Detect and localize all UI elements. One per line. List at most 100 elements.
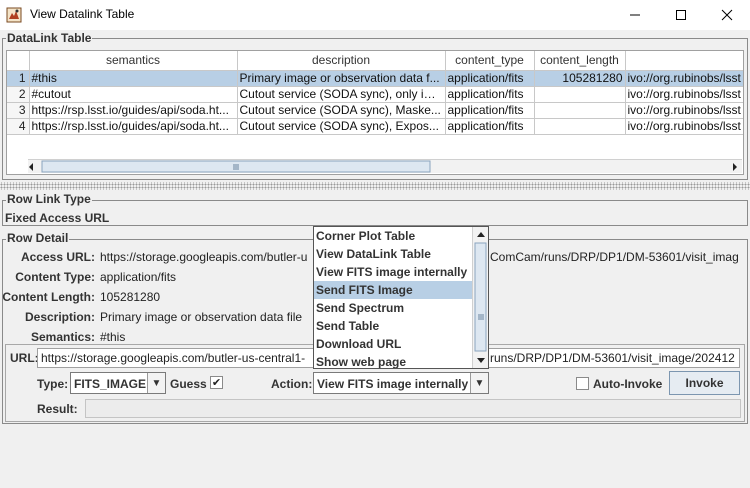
row-number: 4 [7,118,30,135]
row-number: 2 [7,86,30,103]
row-detail-legend: Row Detail [6,231,70,245]
window-title: View Datalink Table [30,7,135,21]
type-select-value: FITS_IMAGE [74,377,147,391]
cell-content-type[interactable]: application/fits [445,86,535,103]
table-row[interactable]: 1 #this Primary image or observation dat… [7,70,743,87]
minimize-button[interactable] [612,0,658,30]
column-header-content-type[interactable]: content_type [445,51,535,71]
scroll-down-arrow-icon [477,358,485,363]
app-icon [6,7,22,23]
row-link-type-legend: Row Link Type [6,192,92,206]
dropdown-vertical-scrollbar[interactable] [472,227,488,368]
guess-checkbox[interactable]: ✔ [210,376,223,389]
cell-id[interactable]: ivo://org.rubinobs/lsst [625,86,743,103]
action-select[interactable]: View FITS image internally ▼ [313,372,489,394]
auto-invoke-checkbox[interactable] [576,377,589,390]
url-input-value-tail: runs/DRP/DP1/DM-53601/visit_image/202412 [490,351,735,365]
access-url-value: https://storage.googleapis.com/butler-u [100,250,308,264]
content-type-label: Content Type: [15,270,95,284]
cell-description[interactable]: Cutout service (SODA sync), Maske... [237,102,446,119]
dropdown-option-show-web-page[interactable]: Show web page [314,353,472,368]
url-label: URL: [10,351,39,365]
dropdown-option-download-url[interactable]: Download URL [314,335,472,353]
maximize-icon [676,10,686,20]
cell-content-type[interactable]: application/fits [445,102,535,119]
access-url-value-tail: ComCam/runs/DRP/DP1/DM-53601/visit_imag [490,250,739,264]
dropdown-option-send-fits-image[interactable]: Send FITS Image [314,281,472,299]
row-link-type-panel [2,200,748,226]
type-select[interactable]: FITS_IMAGE ▼ [70,372,166,394]
cell-description[interactable]: Cutout service (SODA sync), only im... [237,86,446,103]
table-horizontal-scrollbar[interactable] [28,159,742,173]
content-length-value: 105281280 [100,290,161,304]
title-bar: View Datalink Table [0,0,750,30]
semantics-label: Semantics: [30,330,95,344]
dropdown-option-view-datalink-table[interactable]: View DataLink Table [314,245,472,263]
content-length-label: Content Length: [2,290,95,304]
invoke-button-label: Invoke [685,376,724,390]
cell-id[interactable]: ivo://org.rubinobs/lsst [625,70,743,87]
invoke-button[interactable]: Invoke [669,371,740,395]
cell-semantics[interactable]: https://rsp.lsst.io/guides/api/soda.ht..… [29,102,238,119]
content-type-value: application/fits [100,270,177,284]
cell-description[interactable]: Primary image or observation data f... [237,70,446,87]
type-label: Type: [37,377,69,391]
semantics-value: #this [100,330,126,344]
close-icon [721,9,733,21]
minimize-icon [630,14,640,16]
table-row[interactable]: 4 https://rsp.lsst.io/guides/api/soda.ht… [7,118,743,135]
cell-content-length[interactable] [534,86,626,103]
dropdown-scrollbar-thumb [474,242,487,352]
row-link-type-value: Fixed Access URL [5,211,110,225]
url-input-value: https://storage.googleapis.com/butler-us… [41,351,306,365]
datalink-table-legend: DataLink Table [6,31,93,45]
action-select-value: View FITS image internally [317,377,469,391]
table-header: semantics description content_type conte… [7,51,743,71]
table-row[interactable]: 3 https://rsp.lsst.io/guides/api/soda.ht… [7,102,743,119]
cell-id[interactable]: ivo://org.rubinobs/lsst [625,118,743,135]
scroll-left-arrow-icon [29,163,33,171]
action-label: Action: [271,377,313,391]
row-number-header [7,51,30,71]
auto-invoke-label: Auto-Invoke [593,377,663,391]
dropdown-scrollbar-graphic [474,232,487,363]
description-label: Description: [24,310,95,324]
maximize-button[interactable] [658,0,704,30]
column-header-id[interactable]: ID [625,51,743,71]
column-header-content-length[interactable]: content_length [534,51,626,71]
cell-content-length[interactable]: 105281280 [534,70,626,87]
column-header-semantics[interactable]: semantics [29,51,238,71]
cell-id[interactable]: ivo://org.rubinobs/lsst [625,102,743,119]
scroll-right-arrow-icon [733,163,737,171]
cell-semantics[interactable]: #this [29,70,238,87]
close-button[interactable] [704,0,750,30]
dropdown-option-send-spectrum[interactable]: Send Spectrum [314,299,472,317]
row-number: 3 [7,102,30,119]
description-value: Primary image or observation data file [100,310,303,324]
scroll-up-arrow-icon [477,232,485,237]
result-field [85,399,741,418]
cell-content-length[interactable] [534,118,626,135]
dropdown-option-view-fits-internally[interactable]: View FITS image internally [314,263,472,281]
table-row[interactable]: 2 #cutout Cutout service (SODA sync), on… [7,86,743,103]
dropdown-option-send-table[interactable]: Send Table [314,317,472,335]
chevron-down-icon: ▼ [470,373,488,393]
guess-label: Guess [170,377,207,391]
cell-content-type[interactable]: application/fits [445,70,535,87]
cell-semantics[interactable]: #cutout [29,86,238,103]
datalink-table: semantics description content_type conte… [6,50,744,175]
access-url-label: Access URL: [20,250,95,264]
check-icon: ✔ [211,376,222,389]
scrollbar-graphic [29,160,737,173]
column-header-description[interactable]: description [237,51,446,71]
split-pane-divider[interactable] [0,182,750,190]
cell-content-type[interactable]: application/fits [445,118,535,135]
cell-semantics[interactable]: https://rsp.lsst.io/guides/api/soda.ht..… [29,118,238,135]
row-number: 1 [7,70,30,87]
cell-description[interactable]: Cutout service (SODA sync), Expos... [237,118,446,135]
cell-content-length[interactable] [534,102,626,119]
result-label: Result: [37,402,78,416]
action-dropdown-list[interactable]: Corner Plot Table View DataLink Table Vi… [313,226,489,369]
chevron-down-icon: ▼ [147,373,165,393]
dropdown-option-corner-plot-table[interactable]: Corner Plot Table [314,227,472,245]
